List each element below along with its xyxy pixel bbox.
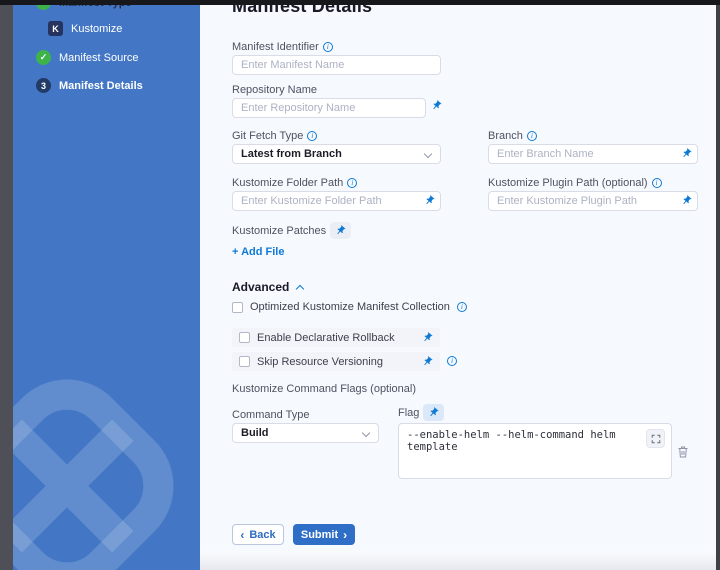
check-icon: ✓ bbox=[36, 50, 51, 65]
page-right-edge bbox=[716, 0, 720, 570]
kustomize-icon: K bbox=[48, 21, 63, 36]
patches-runtime-input-button[interactable] bbox=[330, 222, 351, 239]
repository-name-label: Repository Name bbox=[232, 84, 317, 96]
wizard-sidebar: ✓ Manifest Type K Kustomize ✓ Manifest S… bbox=[13, 0, 200, 570]
pin-icon bbox=[333, 223, 348, 238]
page-top-edge bbox=[0, 0, 720, 5]
page-left-edge bbox=[0, 0, 13, 570]
kustomize-folder-path-input[interactable] bbox=[232, 191, 441, 211]
declarative-rollback-checkbox[interactable] bbox=[239, 332, 250, 343]
info-icon[interactable]: i bbox=[652, 178, 662, 188]
command-type-select[interactable]: Build bbox=[232, 423, 379, 443]
skip-resource-versioning-checkbox[interactable] bbox=[239, 356, 250, 367]
manifest-details-drawer: ✓ Manifest Type K Kustomize ✓ Manifest S… bbox=[0, 0, 720, 570]
info-icon[interactable]: i bbox=[447, 356, 457, 366]
declarative-rollback-row: Enable Declarative Rollback bbox=[232, 328, 440, 347]
sidebar-item-label: Kustomize bbox=[71, 23, 122, 35]
repository-name-input[interactable] bbox=[232, 98, 426, 118]
chevron-down-icon bbox=[362, 429, 370, 437]
sidebar-item-label: Manifest Details bbox=[59, 80, 143, 92]
info-icon[interactable]: i bbox=[457, 302, 467, 312]
flag-textarea[interactable]: --enable-helm --helm-command helm templa… bbox=[398, 423, 672, 479]
pin-icon bbox=[426, 405, 441, 420]
expand-icon bbox=[651, 434, 661, 444]
branch-label: Branch i bbox=[488, 130, 537, 142]
sidebar-item-label: Manifest Source bbox=[59, 52, 138, 64]
kustomize-plugin-path-field bbox=[488, 191, 698, 211]
sidebar-item-manifest-details[interactable]: 3 Manifest Details bbox=[36, 78, 143, 93]
pin-icon[interactable] bbox=[420, 354, 435, 369]
step-number-badge: 3 bbox=[36, 78, 51, 93]
info-icon[interactable]: i bbox=[323, 42, 333, 52]
sidebar-item-kustomize[interactable]: K Kustomize bbox=[48, 21, 122, 36]
kustomize-folder-path-label: Kustomize Folder Path i bbox=[232, 177, 357, 189]
info-icon[interactable]: i bbox=[307, 131, 317, 141]
advanced-section-toggle[interactable]: Advanced bbox=[232, 280, 303, 294]
sidebar-item-manifest-source[interactable]: ✓ Manifest Source bbox=[36, 50, 138, 65]
chevron-right-icon: › bbox=[343, 529, 347, 541]
expand-editor-button[interactable] bbox=[646, 429, 665, 448]
git-fetch-type-label: Git Fetch Type i bbox=[232, 130, 317, 142]
pin-icon[interactable] bbox=[429, 98, 444, 113]
back-button[interactable]: ‹ Back bbox=[232, 524, 284, 545]
drawer-footer-band bbox=[200, 551, 716, 570]
info-icon[interactable]: i bbox=[347, 178, 357, 188]
optimized-collection-checkbox[interactable] bbox=[232, 302, 243, 313]
kustomize-plugin-path-label: Kustomize Plugin Path (optional) i bbox=[488, 177, 662, 189]
info-icon[interactable]: i bbox=[527, 131, 537, 141]
pin-icon[interactable] bbox=[420, 330, 435, 345]
manifest-identifier-input[interactable] bbox=[232, 55, 441, 75]
git-fetch-type-select[interactable]: Latest from Branch bbox=[232, 144, 441, 164]
trash-icon bbox=[677, 445, 689, 459]
kustomize-folder-path-field bbox=[232, 191, 441, 211]
chevron-up-icon bbox=[296, 284, 304, 292]
harness-logo-watermark bbox=[13, 370, 183, 570]
kustomize-plugin-path-input[interactable] bbox=[488, 191, 698, 211]
add-file-button[interactable]: + Add File bbox=[232, 246, 284, 258]
command-type-label: Command Type bbox=[232, 409, 309, 421]
optimized-collection-row: Optimized Kustomize Manifest Collection … bbox=[232, 301, 467, 313]
skip-resource-versioning-row: Skip Resource Versioning bbox=[232, 352, 440, 371]
chevron-down-icon bbox=[424, 150, 432, 158]
manifest-identifier-label: Manifest Identifier i bbox=[232, 41, 333, 53]
branch-input[interactable] bbox=[488, 144, 698, 164]
submit-button[interactable]: Submit › bbox=[293, 524, 355, 545]
kustomize-patches-label: Kustomize Patches i bbox=[232, 225, 340, 237]
command-flags-section-label: Kustomize Command Flags (optional) bbox=[232, 383, 416, 395]
delete-flag-button[interactable] bbox=[677, 445, 689, 459]
flag-runtime-input-button[interactable] bbox=[423, 404, 444, 421]
branch-field bbox=[488, 144, 698, 164]
flag-label: Flag bbox=[398, 407, 419, 419]
chevron-left-icon: ‹ bbox=[240, 529, 244, 541]
